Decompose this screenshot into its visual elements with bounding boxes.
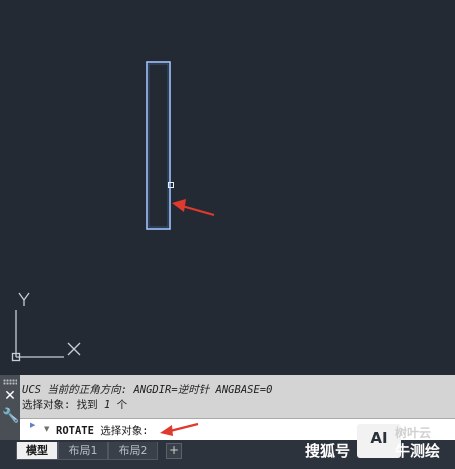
tab-model[interactable]: 模型 [16,442,58,460]
model-space[interactable] [0,0,455,375]
selected-rectangle[interactable] [146,61,171,230]
drawing-canvas[interactable] [0,0,455,375]
tab-layout1[interactable]: 布局1 [58,442,108,460]
dropdown-icon[interactable]: ▼ [44,425,49,433]
history-line-2: 选择对象: 找到 1 个 [22,399,128,411]
watermark-text-2: 牛测绘 [395,442,441,460]
add-layout-button[interactable]: + [166,443,182,459]
command-window-grip[interactable]: ✕ 🔧 [0,375,20,440]
command-prompt-text: 选择对象: [100,425,149,437]
history-line-1: UCS 当前的正角方向: ANGDIR=逆时针 ANGBASE=0 [22,384,273,396]
tab-layout2[interactable]: 布局2 [108,442,158,460]
watermark-logo-label: 树叶云 [395,426,432,440]
drag-handle[interactable] [3,379,17,385]
command-name: ROTATE [56,425,94,437]
ucs-icon [11,292,81,362]
watermark-text-1: 搜狐号 [305,442,351,460]
wrench-icon[interactable]: 🔧 [2,408,19,424]
command-prompt: ROTATE 选择对象: [56,423,149,438]
red-arrow-icon [160,422,199,436]
red-arrow-icon [172,199,215,217]
command-history: UCS 当前的正角方向: ANGDIR=逆时针 ANGBASE=0 选择对象: … [22,383,451,413]
rectangle-inner-glow [148,63,169,228]
close-icon[interactable]: ✕ [2,388,18,404]
command-prompt-icon: ▶ [30,421,36,429]
